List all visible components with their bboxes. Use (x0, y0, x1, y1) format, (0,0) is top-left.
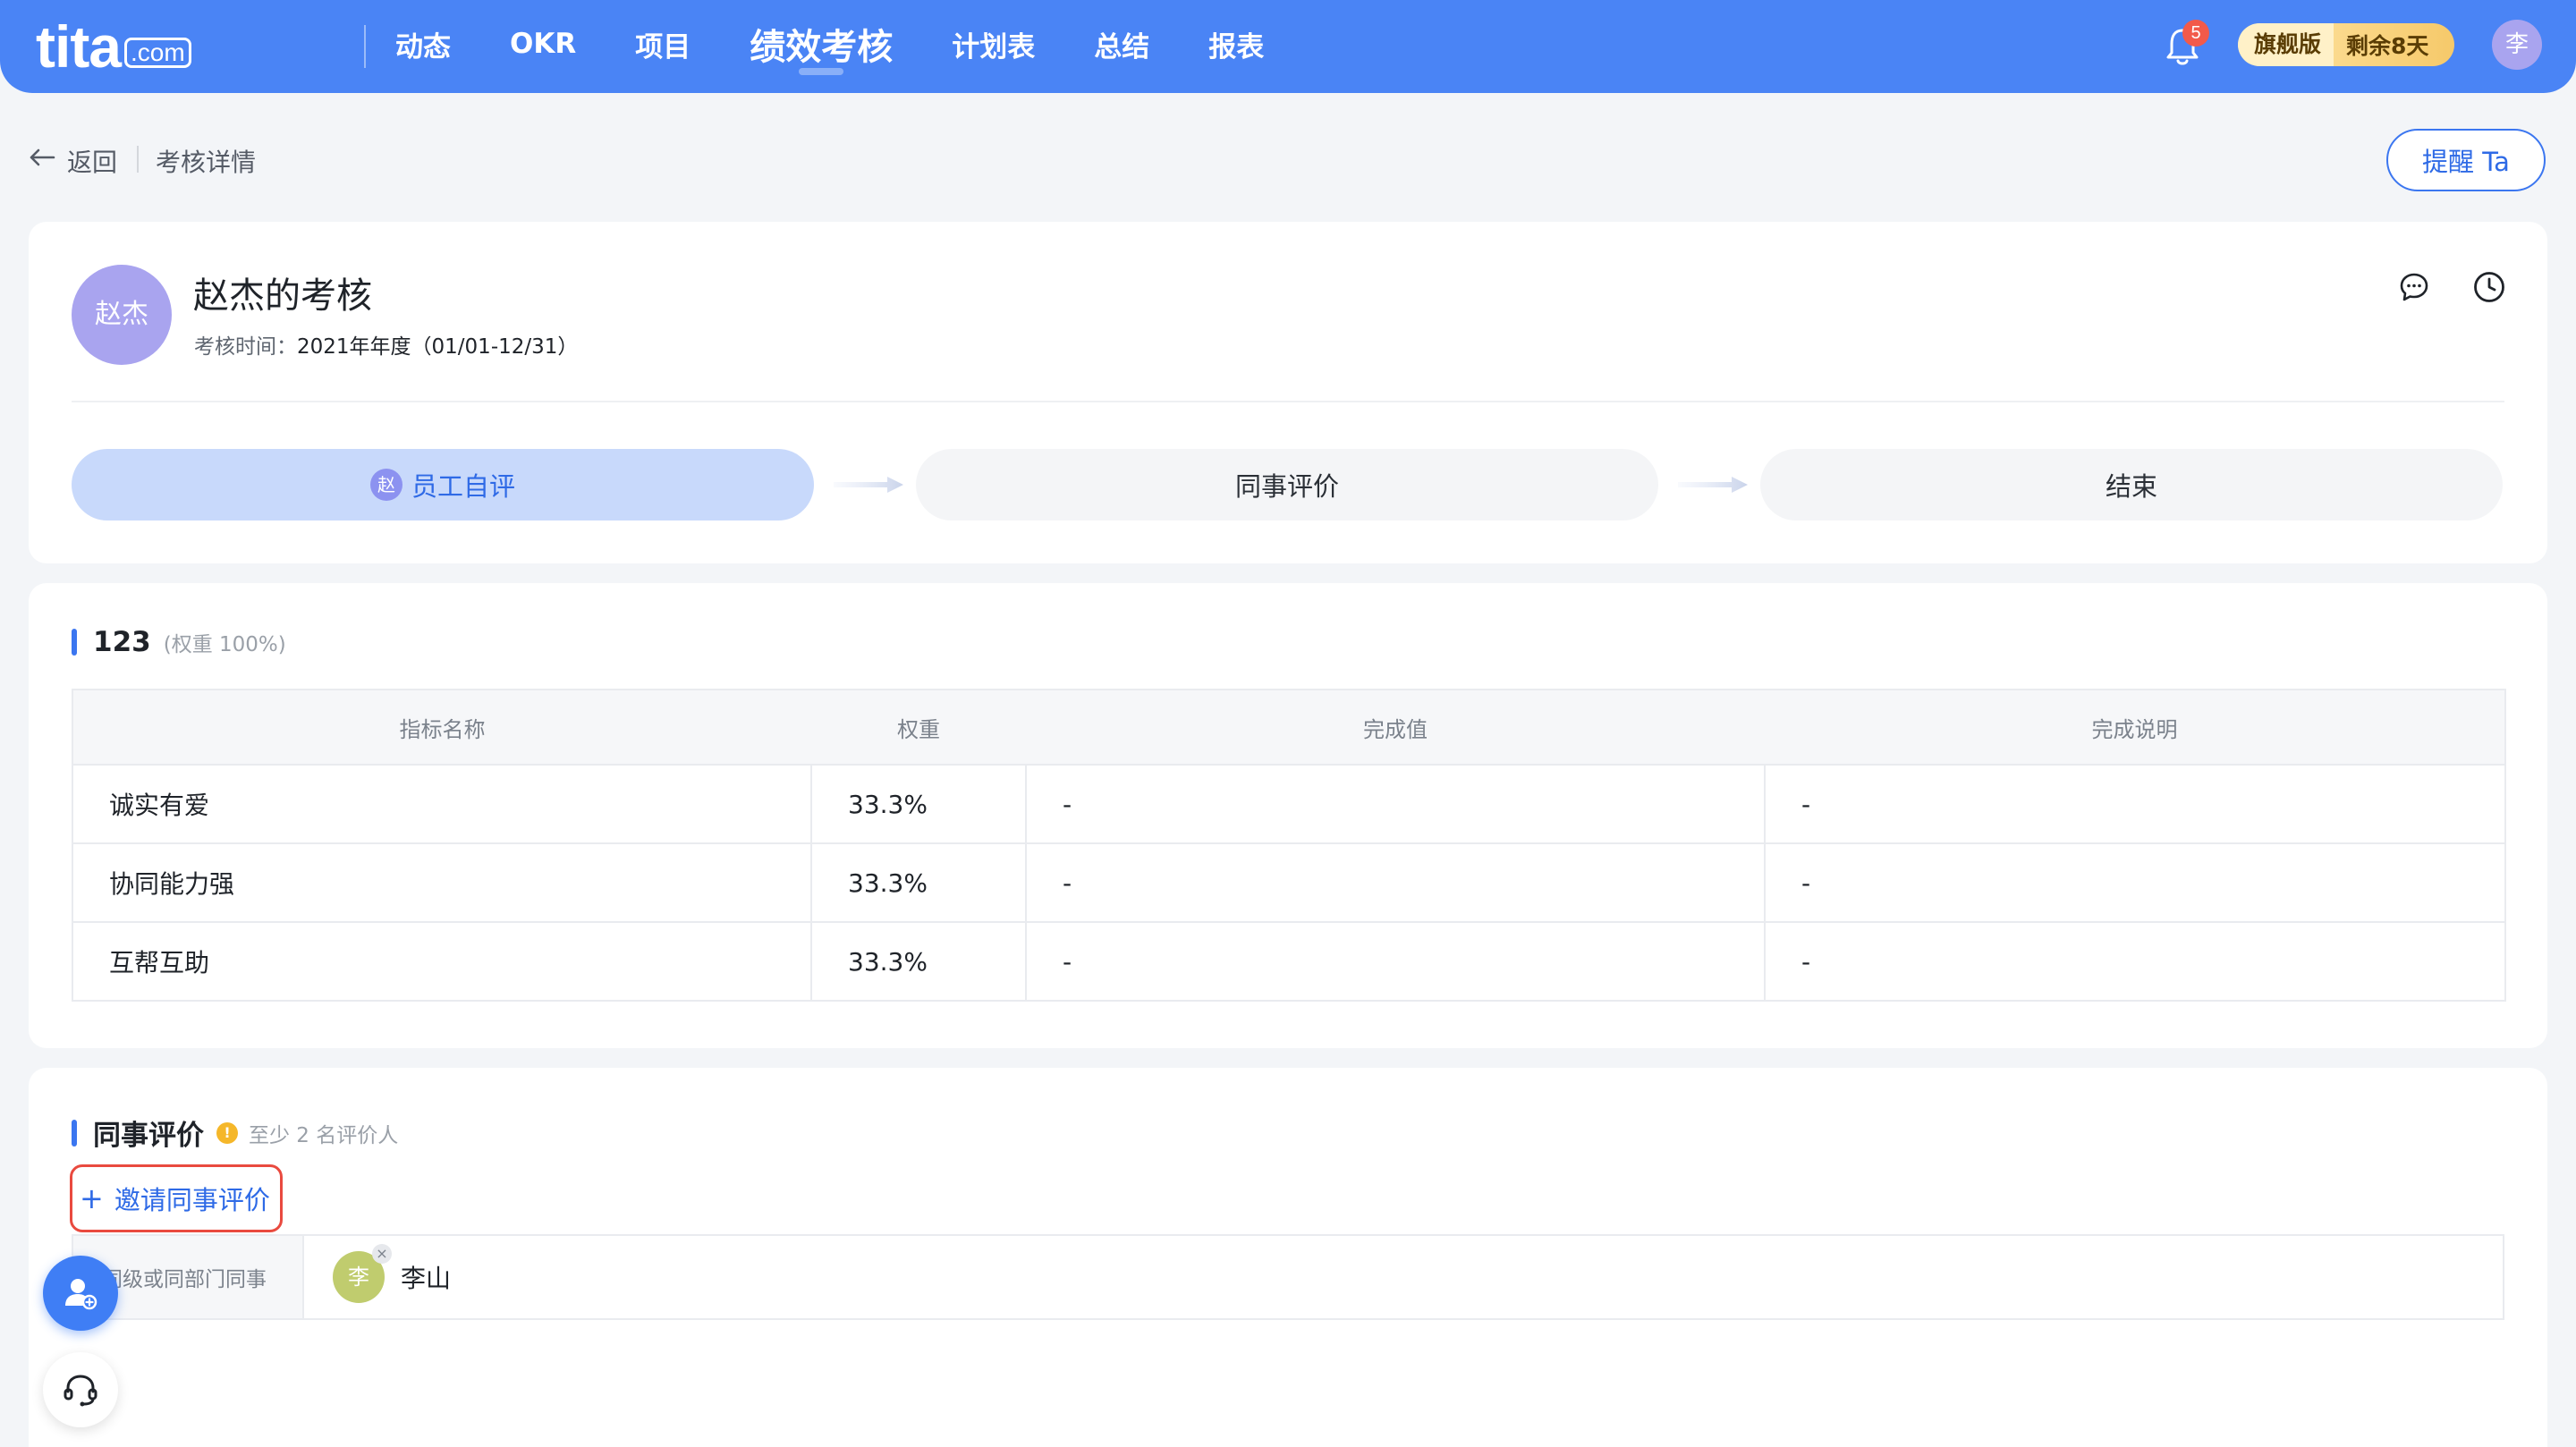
nav-item-feed[interactable]: 动态 (395, 24, 451, 64)
reviewer-avatar: 李 × (333, 1244, 392, 1303)
plan-label: 旗舰版 (2238, 23, 2334, 66)
column-header: 完成值 (1026, 690, 1765, 765)
clock-icon[interactable] (2472, 270, 2506, 304)
header-divider (72, 401, 2504, 402)
step-avatar: 赵 (369, 469, 402, 501)
logo-main: tita (36, 13, 122, 80)
step-label: 员工自评 (411, 471, 515, 502)
arrow-left-icon[interactable] (29, 147, 55, 168)
kpi-note-cell[interactable]: - (1764, 842, 2506, 923)
table-header-row: 指标名称 权重 完成值 完成说明 (72, 690, 2505, 765)
kpi-name-cell: 互帮互助 (72, 921, 812, 1002)
peer-section-name: 同事评价 (93, 1120, 204, 1152)
top-navigation-bar: tita .com 动态 OKR 项目 绩效考核 计划表 总结 报表 5 旗舰版… (0, 0, 2576, 93)
kpi-note-cell[interactable]: - (1764, 921, 2506, 1002)
kpi-card: 123 (权重 100%) 指标名称 权重 完成值 完成说明 诚实有爱 33.3… (29, 583, 2547, 1048)
employee-avatar: 赵杰 (72, 265, 172, 365)
nav-item-report[interactable]: 报表 (1208, 24, 1264, 64)
review-title: 赵杰的考核 (193, 275, 372, 317)
table-row: 互帮互助 33.3% - - (72, 921, 2506, 1002)
column-header: 完成说明 (1765, 690, 2505, 765)
section-marker (72, 629, 77, 656)
main-nav: 动态 OKR 项目 绩效考核 计划表 总结 报表 (395, 0, 1323, 88)
breadcrumb-divider (137, 146, 139, 173)
review-header-card: 赵杰 赵杰的考核 考核时间：2021年年度（01/01-12/31） 赵 员工自… (29, 222, 2547, 563)
plus-icon: + (80, 1181, 104, 1215)
invite-peer-button[interactable]: + 邀请同事评价 (70, 1164, 283, 1232)
notification-count-badge: 5 (2182, 20, 2209, 47)
peer-min-hint: 至少 2 名评价人 (249, 1123, 399, 1147)
headset-icon (64, 1375, 97, 1407)
step-end[interactable]: 结束 (1760, 449, 2503, 520)
close-icon[interactable]: × (372, 1244, 392, 1264)
kpi-table: 指标名称 权重 完成值 完成说明 诚实有爱 33.3% - - 协同能力强 33… (72, 689, 2506, 1002)
kpi-group-weight: (权重 100%) (163, 633, 286, 656)
plan-remaining: 剩余8天 (2346, 33, 2429, 59)
section-marker (72, 1119, 77, 1147)
kpi-value-cell[interactable]: - (1025, 921, 1766, 1002)
peer-reviewer-group: 同级或同部门同事 李 × 李山 (72, 1234, 2504, 1320)
logo-suffix: .com (124, 38, 191, 68)
back-link[interactable]: 返回 (67, 143, 117, 179)
app-logo[interactable]: tita .com (36, 11, 191, 82)
kpi-value-cell[interactable]: - (1025, 842, 1766, 923)
step-self-review[interactable]: 赵 员工自评 (72, 449, 814, 520)
kpi-note-cell[interactable]: - (1764, 764, 2506, 844)
peer-review-card: 同事评价 ! 至少 2 名评价人 + 邀请同事评价 同级或同部门同事 李 × 李… (29, 1068, 2547, 1447)
nav-divider (364, 25, 366, 68)
plan-badge[interactable]: 旗舰版 剩余8天 (2238, 23, 2454, 66)
nav-item-performance[interactable]: 绩效考核 (750, 18, 893, 75)
step-peer-review[interactable]: 同事评价 (916, 449, 1658, 520)
nav-item-project[interactable]: 项目 (635, 24, 691, 64)
reviewer-list: 李 × 李山 (304, 1236, 451, 1318)
user-avatar[interactable]: 李 (2492, 20, 2542, 70)
chat-bubble-icon[interactable] (2399, 272, 2429, 302)
kpi-group-name: 123 (93, 626, 151, 658)
kpi-value-cell[interactable]: - (1025, 764, 1766, 844)
info-icon: ! (216, 1121, 238, 1144)
reviewer-name: 李山 (401, 1264, 452, 1293)
kpi-weight-cell: 33.3% (810, 842, 1027, 923)
step-label: 结束 (2105, 471, 2157, 502)
table-row: 诚实有爱 33.3% - - (72, 764, 2506, 844)
nav-item-summary[interactable]: 总结 (1094, 24, 1149, 64)
peer-section-title: 同事评价 ! 至少 2 名评价人 (72, 1113, 398, 1153)
nav-item-okr[interactable]: OKR (510, 28, 576, 60)
remind-button[interactable]: 提醒 Ta (2386, 129, 2546, 191)
kpi-weight-cell: 33.3% (810, 764, 1027, 844)
kpi-name-cell: 协同能力强 (72, 842, 812, 923)
kpi-name-cell: 诚实有爱 (72, 764, 812, 844)
column-header: 权重 (811, 690, 1026, 765)
review-period-value: 2021年年度（01/01-12/31） (297, 335, 579, 359)
nav-item-plan[interactable]: 计划表 (952, 24, 1035, 64)
review-period-label: 考核时间： (194, 335, 297, 359)
column-header: 指标名称 (72, 690, 811, 765)
user-add-icon (65, 1279, 97, 1310)
step-arrow-icon (834, 477, 903, 493)
support-fab[interactable] (43, 1352, 118, 1427)
invite-peer-label: 邀请同事评价 (114, 1185, 270, 1215)
user-add-fab[interactable] (43, 1256, 118, 1331)
step-label: 同事评价 (1234, 471, 1339, 502)
review-period: 考核时间：2021年年度（01/01-12/31） (194, 329, 578, 360)
page-title: 考核详情 (156, 148, 257, 177)
reviewer-initial: 李 (348, 1265, 369, 1290)
table-row: 协同能力强 33.3% - - (72, 842, 2506, 923)
step-arrow-icon (1678, 477, 1748, 493)
kpi-section-title: 123 (权重 100%) (72, 626, 286, 658)
kpi-weight-cell: 33.3% (810, 921, 1027, 1002)
